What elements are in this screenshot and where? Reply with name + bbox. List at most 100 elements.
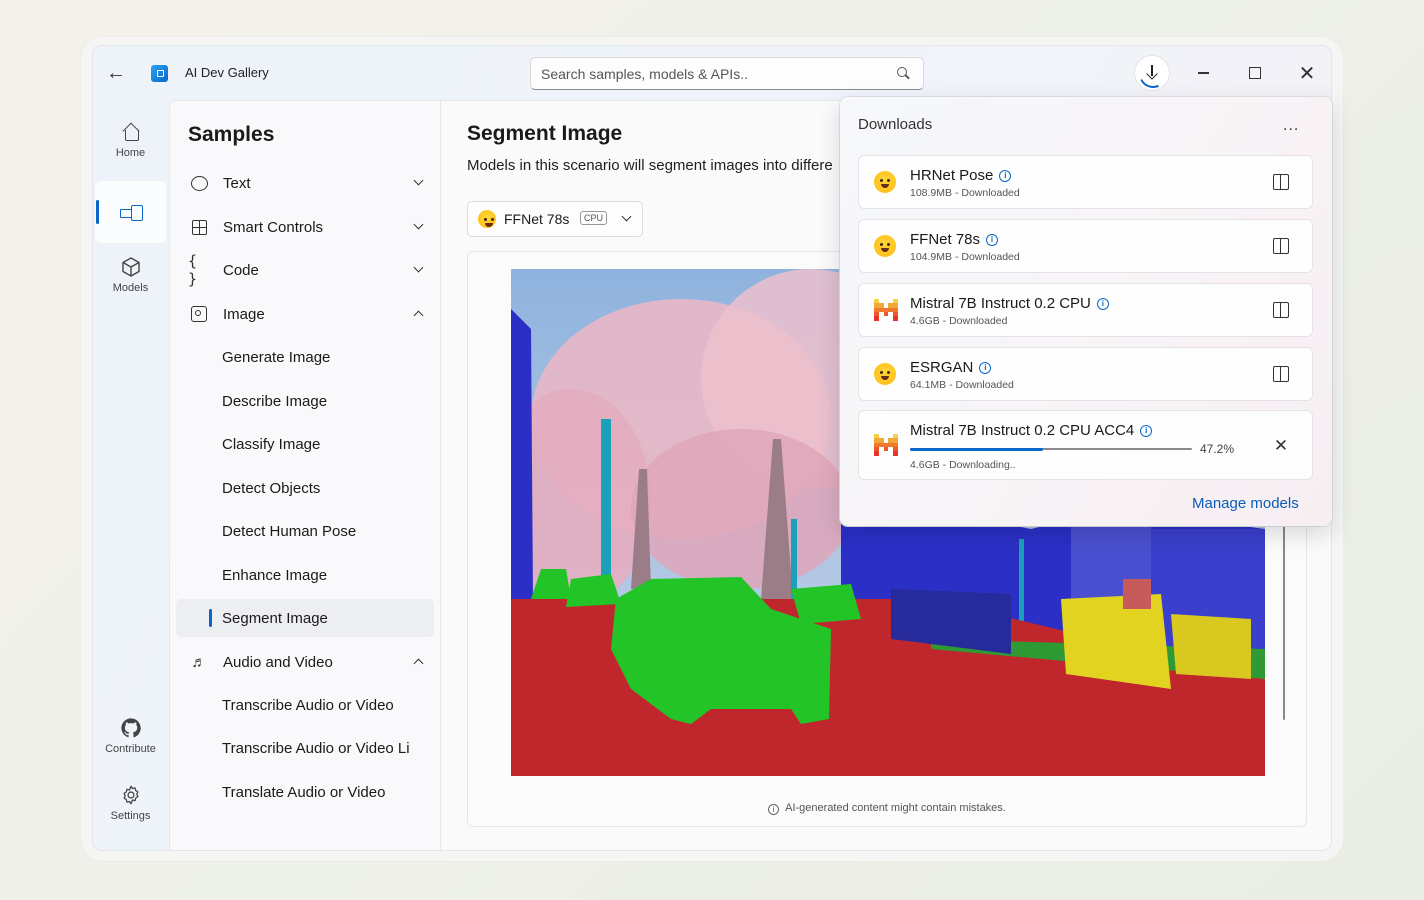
download-item-name: ESRGAN i [910,359,992,376]
huggingface-icon [478,210,496,228]
maximize-button[interactable] [1241,60,1269,86]
sidebar-item-smart-controls[interactable]: Smart Controls [176,208,434,246]
sidebar-item-detect-objects[interactable]: Detect Objects [176,469,434,507]
info-icon[interactable]: i [1140,425,1153,437]
search-box[interactable] [530,57,924,90]
downloads-title: Downloads [858,116,933,133]
sidebar-item-text[interactable]: Text [176,164,434,202]
back-button[interactable]: ← [103,60,129,86]
gear-icon [119,783,143,807]
sidebar-item-label: Transcribe Audio or Video [222,696,394,714]
sidebar-item-detect-human-pose[interactable]: Detect Human Pose [176,512,434,550]
chevron-down-icon [622,214,632,224]
info-icon[interactable]: i [1096,298,1109,310]
page-title: Segment Image [467,122,623,145]
download-item-meta: 4.6GB - Downloaded [910,315,1008,327]
download-item-name: Mistral 7B Instruct 0.2 CPU i [910,295,1109,312]
huggingface-icon [874,235,898,259]
open-folder-icon[interactable] [1273,238,1289,254]
arrow-left-icon: ← [106,61,126,84]
download-item-meta: 64.1MB - Downloaded [910,379,1014,391]
download-item-name: FFNet 78s i [910,231,999,248]
github-icon [119,716,143,740]
info-icon[interactable]: i [979,362,992,374]
more-options-button[interactable]: ... [1283,117,1299,135]
download-item[interactable]: FFNet 78s i 104.9MB - Downloaded [858,219,1313,273]
download-item[interactable]: HRNet Pose i 108.9MB - Downloaded [858,155,1313,209]
info-icon: i [768,804,780,815]
downloads-flyout: Downloads ... HRNet Pose i 108.9MB - Down… [840,97,1332,526]
samples-sidebar: Samples Text Smart Controls { } Code Ima… [169,100,441,850]
search-input[interactable] [541,65,895,82]
download-item[interactable]: ESRGAN i 64.1MB - Downloaded [858,347,1313,401]
sidebar-item-enhance-image[interactable]: Enhance Image [176,556,434,594]
minimize-button[interactable] [1189,60,1217,86]
open-folder-icon[interactable] [1273,366,1289,382]
chevron-up-icon [414,657,424,667]
app-title: AI Dev Gallery [185,65,269,80]
rail-label-settings: Settings [110,809,151,822]
rail-item-contribute[interactable]: Contribute [95,704,166,766]
sidebar-item-segment-image[interactable]: Segment Image [176,599,434,637]
sidebar-item-label: Audio and Video [223,653,333,671]
sidebar-item-generate-image[interactable]: Generate Image [176,338,434,376]
open-folder-icon[interactable] [1273,174,1289,190]
sidebar-item-transcribe-audio-or-video[interactable]: Transcribe Audio or Video [176,686,434,724]
sidebar-item-label: Classify Image [222,435,321,453]
downloads-button[interactable] [1134,55,1171,92]
sidebar-item-code[interactable]: { } Code [176,251,434,289]
chevron-down-icon [414,222,424,232]
vertical-scrollbar[interactable] [1283,522,1285,720]
sidebar-item-label: Smart Controls [223,218,324,236]
rail-label-home: Home [115,146,146,159]
grid-icon [188,216,210,238]
audio-video-icon: ♬ [191,653,207,671]
sidebar-item-describe-image[interactable]: Describe Image [176,382,434,420]
mistral-icon [874,299,898,323]
open-folder-icon[interactable] [1273,302,1289,318]
download-progress-bar [910,447,1192,451]
rail-item-models[interactable]: Models [95,243,166,305]
page-description: Models in this scenario will segment ima… [467,157,833,174]
sidebar-title: Samples [188,123,275,146]
braces-icon: { } [188,252,198,288]
rail-label-contribute: Contribute [105,742,156,755]
download-item-in-progress[interactable]: Mistral 7B Instruct 0.2 CPU ACC4 i 47.2% … [858,410,1313,480]
download-item-name: HRNet Pose i [910,167,1012,184]
sidebar-item-audio-and-video[interactable]: ♬ Audio and Video [176,643,434,681]
sidebar-item-label: Generate Image [222,348,331,366]
cancel-icon[interactable]: ✕ [1273,437,1289,454]
model-selector-name: FFNet 78s [504,211,570,227]
sidebar-item-transcribe-audio-or-video-live[interactable]: Transcribe Audio or Video Li [176,729,434,767]
disclaimer-text: AI-generated content might contain mista… [785,802,1006,814]
title-bar: ← AI Dev Gallery ✕ [93,46,1331,100]
download-item-meta: 104.9MB - Downloaded [910,251,1020,263]
info-icon[interactable]: i [999,170,1012,182]
huggingface-icon [874,363,898,387]
rail-item-settings[interactable]: Settings [95,771,166,833]
app-logo-icon [151,65,168,82]
sidebar-item-label: Image [223,305,265,323]
close-button[interactable]: ✕ [1293,60,1321,86]
download-item[interactable]: Mistral 7B Instruct 0.2 CPU i 4.6GB - Dow… [858,283,1313,337]
download-progress-fill [910,447,1044,451]
ai-disclaimer: i AI-generated content might contain mist… [468,802,1306,815]
model-selector[interactable]: FFNet 78s CPU [467,201,643,237]
search-icon[interactable] [895,65,913,83]
chat-icon [188,172,210,194]
chevron-up-icon [414,309,424,319]
download-progress-label: 47.2% [1200,442,1235,456]
chevron-down-icon [414,265,424,275]
rail-item-samples[interactable] [95,181,166,243]
manage-models-link[interactable]: Manage models [1192,495,1299,512]
sidebar-item-classify-image[interactable]: Classify Image [176,425,434,463]
rail-item-home[interactable]: Home [95,108,166,170]
cube-icon [119,255,143,279]
info-icon[interactable]: i [986,234,999,246]
sidebar-item-label: Transcribe Audio or Video Li [222,739,410,757]
sidebar-item-label: Text [223,174,251,192]
sidebar-item-translate-audio-or-video[interactable]: Translate Audio or Video [176,773,434,811]
sidebar-item-image[interactable]: Image [176,295,434,333]
sidebar-item-label: Segment Image [222,609,328,627]
sidebar-item-label: Code [223,261,259,279]
